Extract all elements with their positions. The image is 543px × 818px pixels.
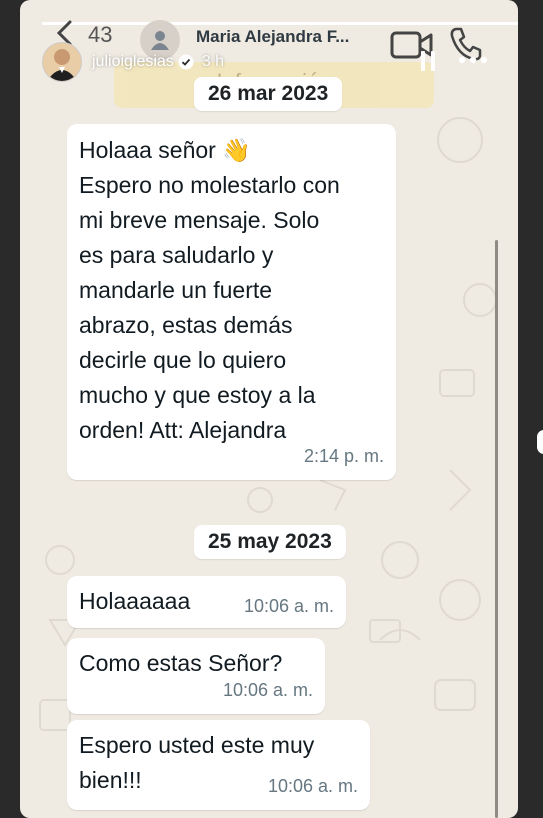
avatar[interactable] [42, 42, 82, 82]
message-bubble: Holaaa señor 👋 Espero no molestarlo con … [67, 124, 396, 480]
story-user-row: julioiglesias 3 h [42, 42, 224, 82]
story-username[interactable]: julioiglesias [92, 53, 174, 71]
post-time: 3 h [201, 53, 225, 70]
message-time: 10:06 a. m. [267, 776, 358, 796]
message-time: 2:14 p. m. [303, 446, 384, 466]
message-text: Holaaa señor 👋 Espero no molestarlo con … [79, 137, 340, 443]
date-separator: 26 mar 2023 [194, 77, 343, 111]
message-bubble: Como estas Señor? 10:06 a. m. [67, 638, 325, 714]
pause-icon[interactable] [420, 50, 436, 72]
message-bubble: Holaaaaaa 10:06 a. m. [67, 576, 346, 628]
scrollbar[interactable] [495, 240, 498, 818]
message-bubble: Espero usted este muy bien!!! 10:06 a. m… [67, 720, 370, 810]
more-options-icon[interactable] [458, 56, 488, 64]
next-story-edge[interactable] [537, 430, 543, 454]
message-time: 10:06 a. m. [243, 596, 334, 616]
date-separator: 25 may 2023 [194, 525, 346, 559]
message-time: 10:06 a. m. [222, 680, 313, 700]
story-frame: 43 Maria Alejandra F... Información jul [20, 0, 518, 818]
verified-badge-icon [178, 54, 194, 70]
